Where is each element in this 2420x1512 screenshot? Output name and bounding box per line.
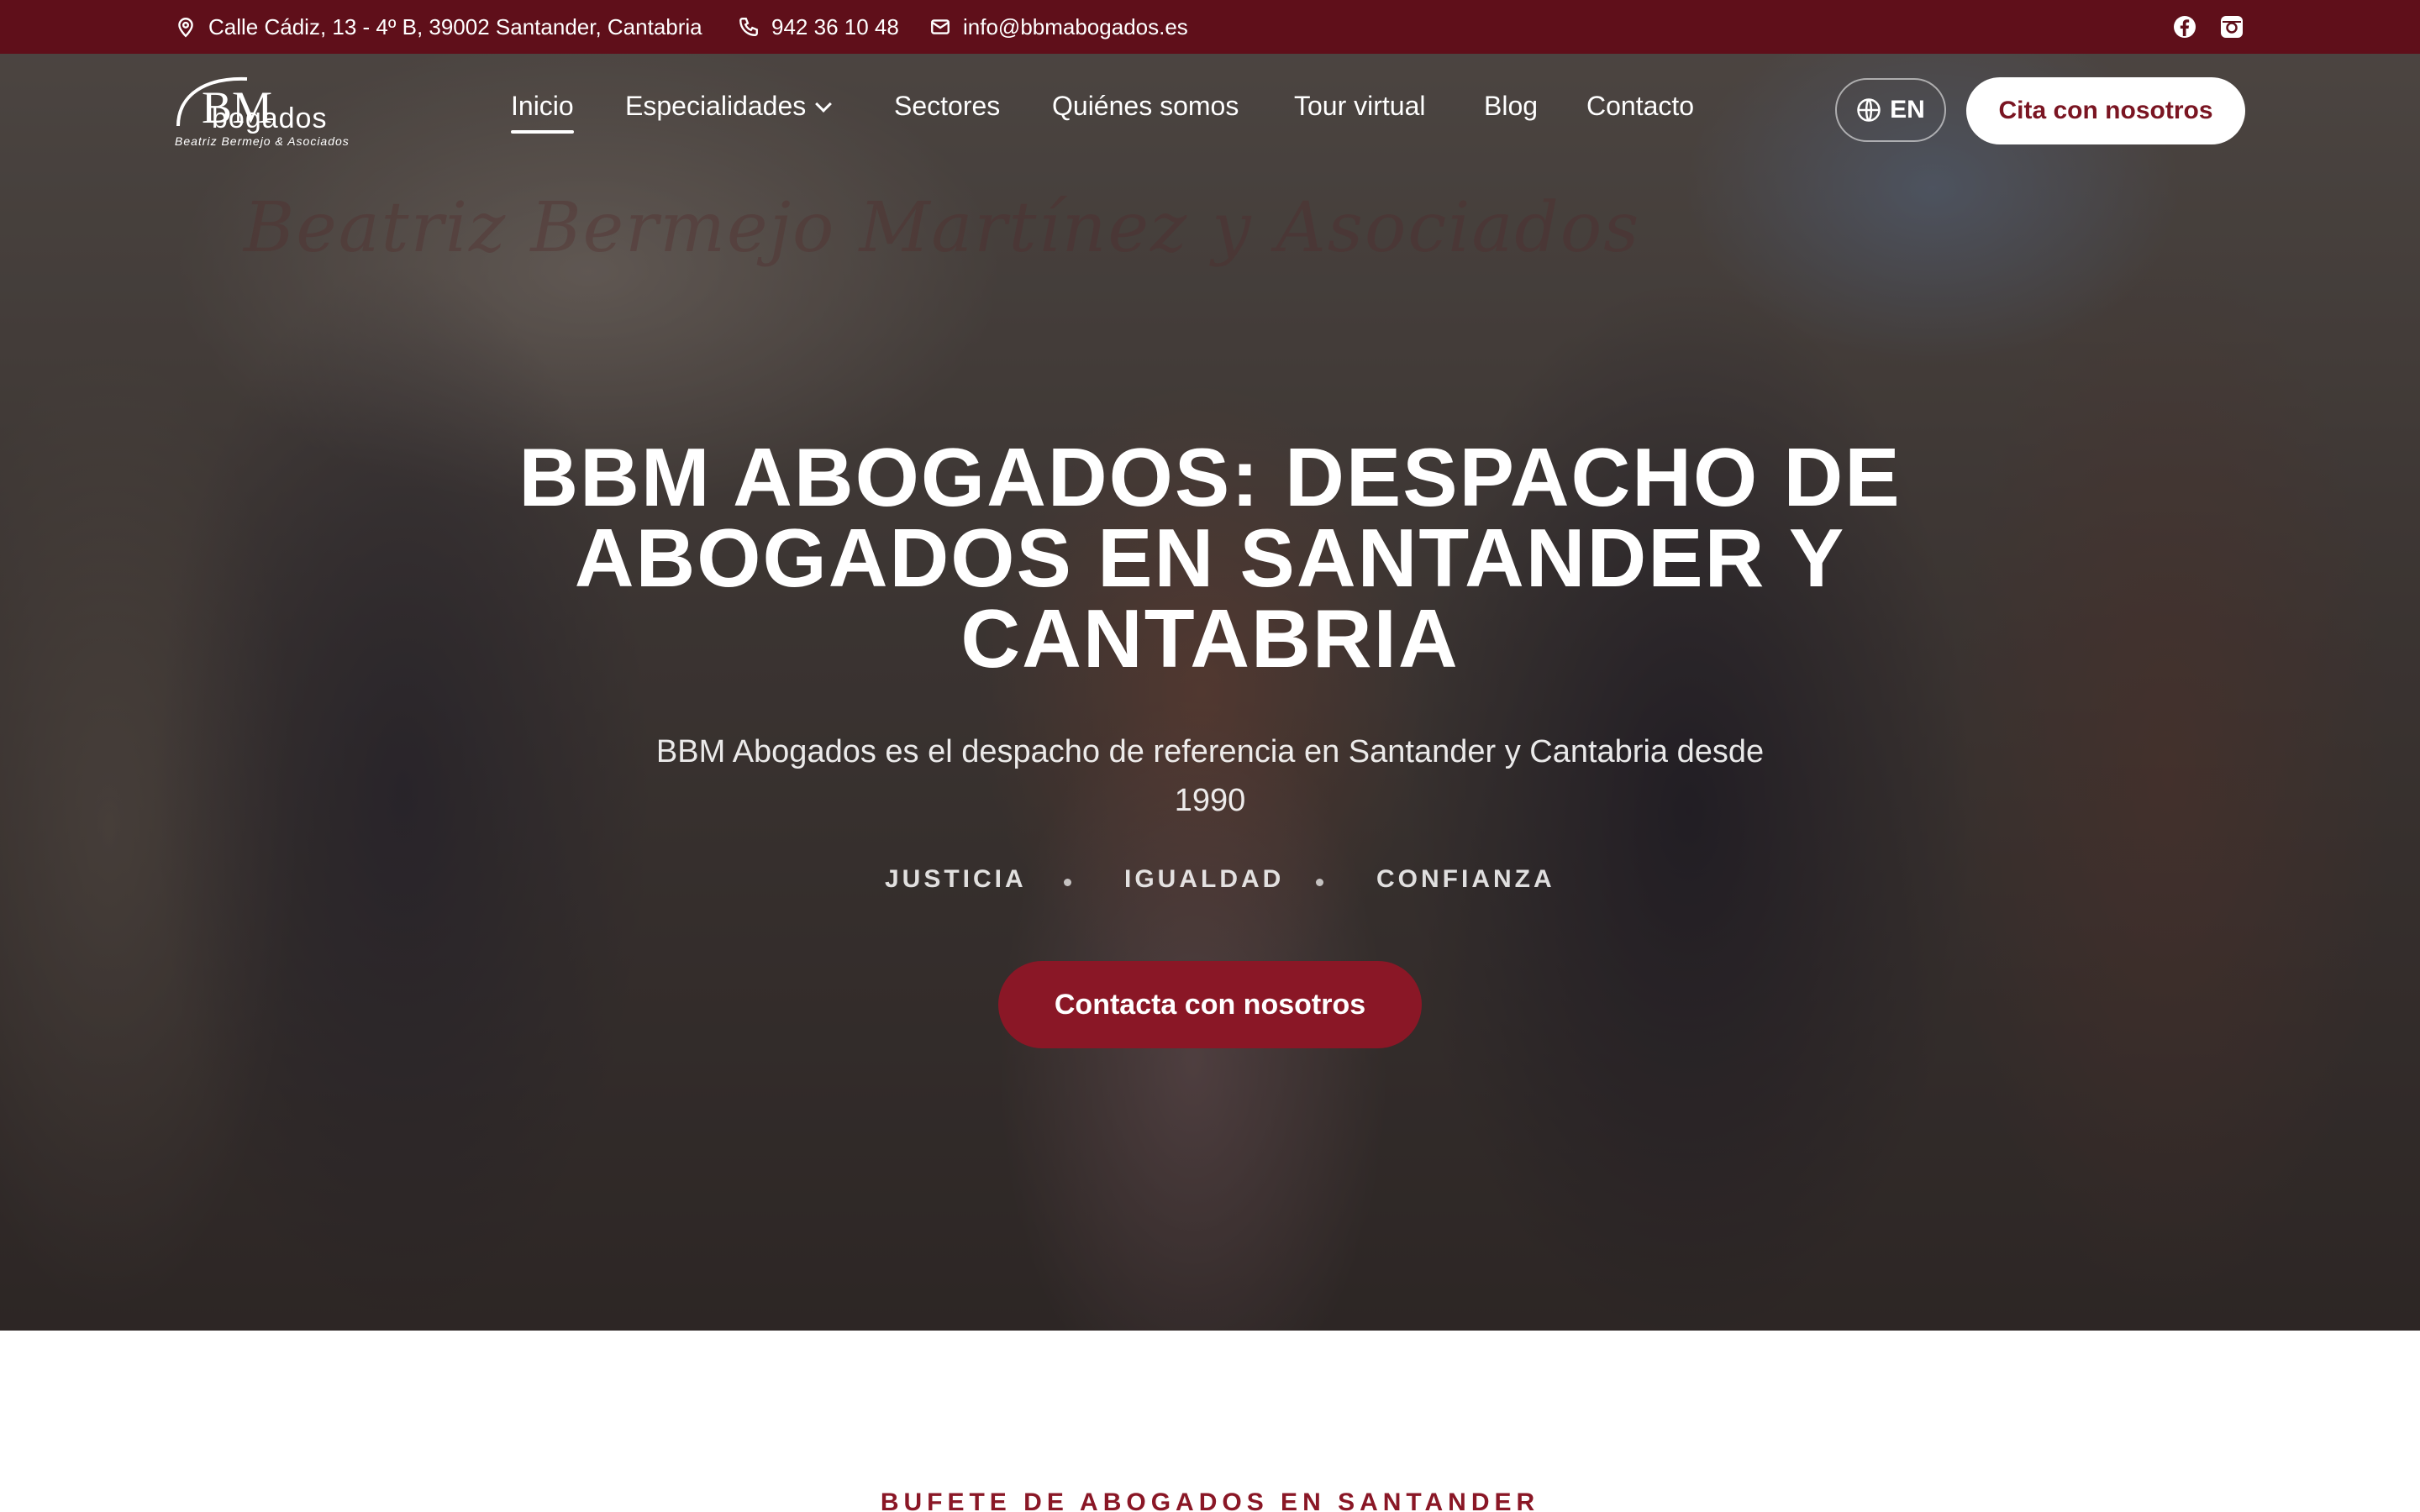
nav-item-label: Blog — [1484, 91, 1539, 121]
nav-item-contacto[interactable]: Contacto — [1586, 91, 1694, 122]
value-confianza: CONFIANZA — [1376, 865, 1555, 893]
nav-item-sectores[interactable]: Sectores — [894, 91, 1000, 122]
separator-dot — [1064, 879, 1071, 886]
values-row: JUSTICIA IGUALDAD CONFIANZA — [0, 865, 2420, 899]
logo-wordmark: bogados — [212, 102, 328, 134]
section-eyebrow: BUFETE DE ABOGADOS EN SANTANDER — [880, 1488, 1540, 1512]
globe-icon — [1857, 98, 1881, 122]
phone-item[interactable]: 942 36 10 48 — [738, 0, 899, 54]
address-text: Calle Cádiz, 13 - 4º B, 39002 Santander,… — [208, 13, 702, 39]
nav-item-blog[interactable]: Blog — [1484, 91, 1538, 122]
separator-dot — [1316, 879, 1323, 886]
chevron-down-icon — [815, 96, 833, 113]
hero-title: BBM ABOGADOS: DESPACHO DE ABOGADOS EN SA… — [518, 431, 1902, 685]
instagram-icon[interactable] — [2218, 13, 2245, 40]
nav-item-label: Tour virtual — [1294, 91, 1426, 121]
phone-text: 942 36 10 48 — [771, 13, 899, 39]
mail-icon — [931, 19, 950, 34]
nav-item-inicio[interactable]: Inicio — [511, 91, 574, 134]
hero-section: Beatriz Bermejo Martínez y Asociados — [0, 54, 2420, 1331]
nav-item-tour-virtual[interactable]: Tour virtual — [1294, 91, 1426, 122]
language-label: EN — [1890, 96, 1925, 123]
nav-item-label: Sectores — [894, 91, 1001, 121]
location-pin-icon — [178, 18, 193, 38]
nav-item-label: Especialidades — [625, 91, 807, 121]
nav-item-label: Contacto — [1586, 91, 1695, 121]
language-switch-button[interactable]: EN — [1835, 78, 1946, 142]
nav-item-quienes-somos[interactable]: Quiénes somos — [1052, 91, 1239, 122]
email-item[interactable]: info@bbmabogados.es — [929, 0, 1188, 54]
value-justicia: JUSTICIA — [885, 865, 1027, 893]
contact-us-button[interactable]: Contacta con nosotros — [998, 961, 1422, 1048]
hero-overlay — [0, 54, 2420, 1331]
nav-item-label: Quiénes somos — [1052, 91, 1239, 121]
appointment-button[interactable]: Cita con nosotros — [1966, 77, 2245, 144]
facebook-icon[interactable] — [2171, 13, 2198, 40]
nav-item-especialidades[interactable]: Especialidades — [625, 91, 833, 122]
address-item[interactable]: Calle Cádiz, 13 - 4º B, 39002 Santander,… — [175, 0, 702, 54]
phone-icon — [739, 18, 758, 36]
nav-item-label: Inicio — [511, 91, 574, 121]
hero-subtitle: BBM Abogados es el despacho de referenci… — [655, 734, 1765, 818]
email-text: info@bbmabogados.es — [963, 13, 1188, 39]
value-igualdad: IGUALDAD — [1124, 865, 1285, 893]
top-contact-bar: Calle Cádiz, 13 - 4º B, 39002 Santander,… — [0, 0, 2420, 54]
logo-subtitle: Beatriz Bermejo & Asociados — [175, 134, 350, 148]
